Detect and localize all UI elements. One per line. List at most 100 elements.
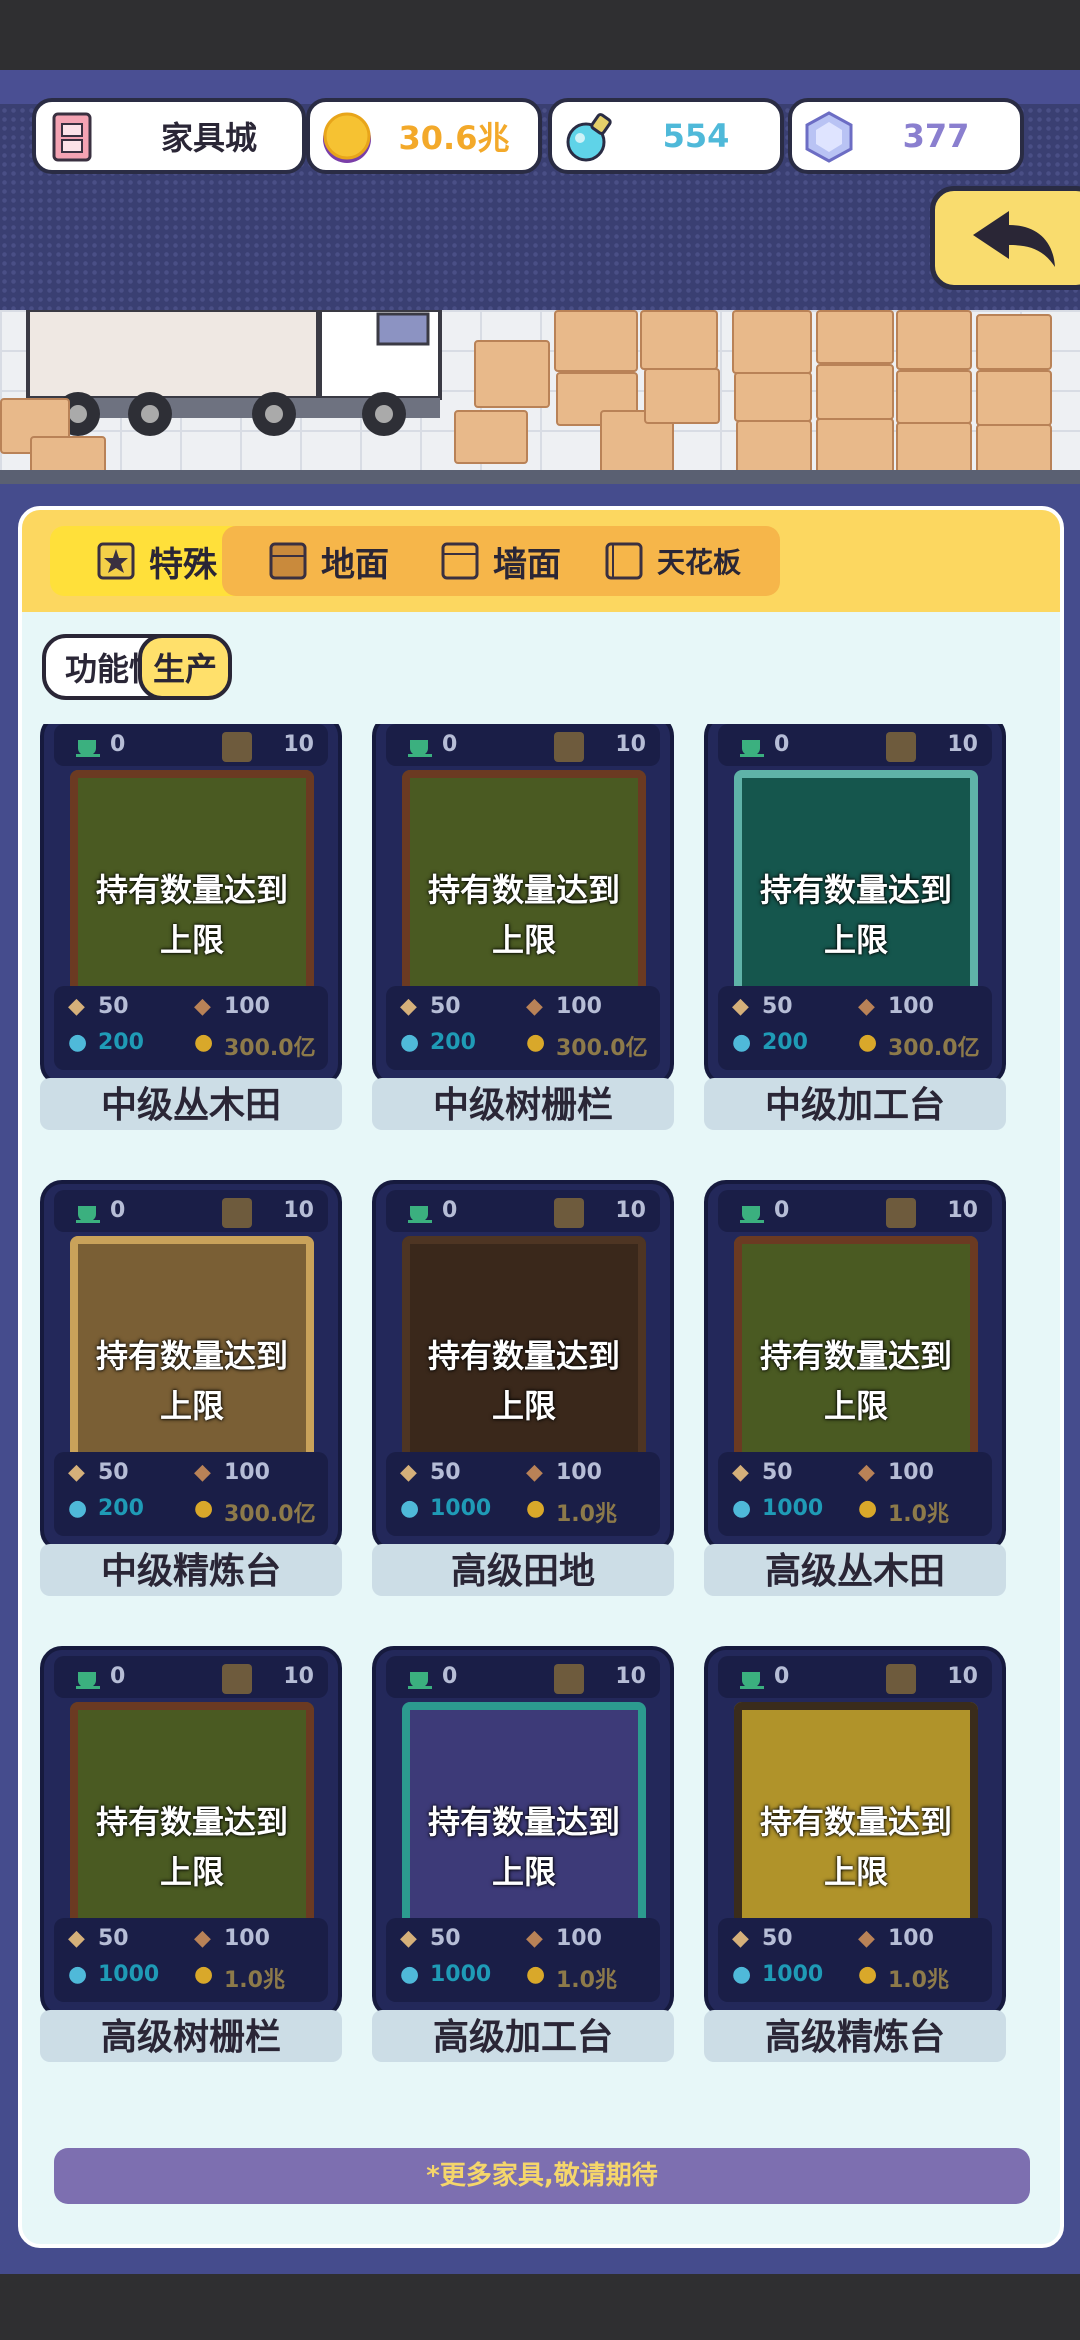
limit-line-2: 上限	[159, 1853, 224, 1891]
potion-icon: ●	[68, 1030, 88, 1055]
furniture-card[interactable]: 0 10 持有数量达到 上限 ◆ 50 ◆ 100 ● 1000 ● 1.0兆 …	[372, 1180, 674, 1596]
tab-label: 天花板	[656, 546, 741, 579]
wood-icon: ◆	[732, 994, 749, 1019]
furniture-name: 中级加工台	[704, 1078, 1006, 1130]
cost-resource-2: 100	[224, 1926, 270, 1951]
limit-line-2: 上限	[491, 1387, 556, 1425]
cost-potion: 200	[98, 1030, 144, 1055]
furniture-art: 持有数量达到 上限	[402, 1236, 646, 1464]
furniture-art: 持有数量达到 上限	[70, 1236, 314, 1464]
wood-icon: ◆	[68, 1460, 85, 1485]
furniture-card[interactable]: 0 10 持有数量达到 上限 ◆ 50 ◆ 100 ● 1000 ● 1.0兆 …	[40, 1646, 342, 2062]
wood-icon: ◆	[732, 1926, 749, 1951]
wood-icon: ◆	[68, 994, 85, 1019]
coin-counter[interactable]: 30.6兆	[306, 98, 542, 174]
cost-resource-1: 50	[762, 1460, 793, 1485]
tab-ceiling[interactable]: 天花板	[566, 526, 780, 596]
cost-potion: 200	[430, 1030, 476, 1055]
furniture-name: 中级树栅栏	[372, 1078, 674, 1130]
cost-resource-1: 50	[762, 1926, 793, 1951]
cost-potion: 1000	[762, 1962, 824, 1987]
furniture-art: 持有数量达到 上限	[70, 770, 314, 998]
ore-icon: ◆	[194, 994, 211, 1019]
furniture-card[interactable]: 0 10 持有数量达到 上限 ◆ 50 ◆ 100 ● 200 ● 300.0亿…	[40, 1180, 342, 1596]
furniture-card[interactable]: 0 10 持有数量达到 上限 ◆ 50 ◆ 100 ● 200 ● 300.0亿…	[704, 724, 1006, 1130]
limit-line-1: 持有数量达到	[95, 1803, 288, 1841]
furniture-card[interactable]: 0 10 持有数量达到 上限 ◆ 50 ◆ 100 ● 200 ● 300.0亿…	[372, 724, 674, 1130]
furniture-card[interactable]: 0 10 持有数量达到 上限 ◆ 50 ◆ 100 ● 1000 ● 1.0兆 …	[704, 1646, 1006, 2062]
ore-icon: ◆	[526, 1460, 543, 1485]
ore-icon: ◆	[194, 1926, 211, 1951]
gem-counter[interactable]: 377	[788, 98, 1024, 174]
cup-icon	[408, 1672, 432, 1689]
furniture-card[interactable]: 0 10 持有数量达到 上限 ◆ 50 ◆ 100 ● 1000 ● 1.0兆 …	[704, 1180, 1006, 1596]
cost-coin: 300.0亿	[224, 1036, 316, 1061]
location-badge[interactable]: 家具城	[32, 98, 306, 174]
potion-icon: ●	[732, 1962, 752, 1987]
max-count: 10	[615, 1664, 646, 1689]
cup-icon	[408, 740, 432, 757]
coin-icon: ●	[194, 1496, 214, 1521]
furniture-name: 中级丛木田	[40, 1078, 342, 1130]
cost-resource-2: 100	[556, 994, 602, 1019]
cost-resource-2: 100	[224, 994, 270, 1019]
location-name: 家具城	[160, 119, 257, 157]
status-bar	[0, 0, 1080, 70]
furniture-card[interactable]: 0 10 持有数量达到 上限 ◆ 50 ◆ 100 ● 1000 ● 1.0兆 …	[372, 1646, 674, 2062]
cost-resource-2: 100	[888, 1926, 934, 1951]
limit-line-1: 持有数量达到	[759, 1337, 952, 1375]
card-header: 0 10	[718, 724, 992, 766]
owned-count: 0	[442, 1664, 458, 1689]
card-body: 0 10 持有数量达到 上限 ◆ 50 ◆ 100 ● 1000 ● 1.0兆	[704, 1646, 1006, 2018]
wood-icon: ◆	[732, 1460, 749, 1485]
coin-icon: ●	[526, 1962, 546, 1987]
card-header: 0 10	[386, 724, 660, 766]
storage-icon	[886, 732, 916, 762]
max-count: 10	[283, 1198, 314, 1223]
cost-panel: ◆ 50 ◆ 100 ● 200 ● 300.0亿	[718, 986, 992, 1070]
cost-resource-2: 100	[224, 1460, 270, 1485]
owned-count: 0	[442, 1198, 458, 1223]
card-body: 0 10 持有数量达到 上限 ◆ 50 ◆ 100 ● 1000 ● 1.0兆	[372, 1180, 674, 1552]
cost-panel: ◆ 50 ◆ 100 ● 1000 ● 1.0兆	[386, 1918, 660, 2002]
ore-icon: ◆	[526, 1926, 543, 1951]
limit-reached-label: 持有数量达到 上限	[70, 1797, 314, 1897]
cup-icon	[740, 1672, 764, 1689]
subtab-production[interactable]: 生产	[138, 634, 232, 700]
storage-icon	[222, 732, 252, 762]
storage-icon	[554, 732, 584, 762]
card-body: 0 10 持有数量达到 上限 ◆ 50 ◆ 100 ● 200 ● 300.0亿	[40, 724, 342, 1086]
card-body: 0 10 持有数量达到 上限 ◆ 50 ◆ 100 ● 200 ● 300.0亿	[372, 724, 674, 1086]
cup-icon	[740, 1206, 764, 1223]
owned-count: 0	[774, 1198, 790, 1223]
cup-icon	[76, 1206, 100, 1223]
storage-icon	[554, 1198, 584, 1228]
wood-icon: ◆	[400, 994, 417, 1019]
cost-resource-1: 50	[98, 1926, 129, 1951]
coin-value: 30.6兆	[398, 119, 510, 157]
coin-icon: ●	[858, 1962, 878, 1987]
card-header: 0 10	[386, 1656, 660, 1698]
card-header: 0 10	[386, 1190, 660, 1232]
storage-icon	[222, 1198, 252, 1228]
furniture-art: 持有数量达到 上限	[402, 770, 646, 998]
cup-icon	[740, 740, 764, 757]
furniture-name: 高级田地	[372, 1544, 674, 1596]
owned-count: 0	[442, 732, 458, 757]
furniture-card[interactable]: 0 10 持有数量达到 上限 ◆ 50 ◆ 100 ● 200 ● 300.0亿…	[40, 724, 342, 1130]
potion-counter[interactable]: 554	[548, 98, 784, 174]
limit-line-2: 上限	[823, 921, 888, 959]
card-header: 0 10	[718, 1656, 992, 1698]
cup-icon	[76, 740, 100, 757]
limit-reached-label: 持有数量达到 上限	[402, 865, 646, 965]
card-header: 0 10	[54, 724, 328, 766]
category-tabbar: 特殊 地面 墙面 天花板	[22, 510, 1060, 612]
card-body: 0 10 持有数量达到 上限 ◆ 50 ◆ 100 ● 1000 ● 1.0兆	[704, 1180, 1006, 1552]
coming-soon-banner: *更多家具,敬请期待	[54, 2148, 1030, 2204]
furniture-name: 高级精炼台	[704, 2010, 1006, 2062]
building-icon	[52, 112, 92, 162]
wood-icon: ◆	[400, 1460, 417, 1485]
cost-resource-1: 50	[430, 1460, 461, 1485]
back-button[interactable]	[930, 186, 1080, 290]
furniture-name: 高级树栅栏	[40, 2010, 342, 2062]
